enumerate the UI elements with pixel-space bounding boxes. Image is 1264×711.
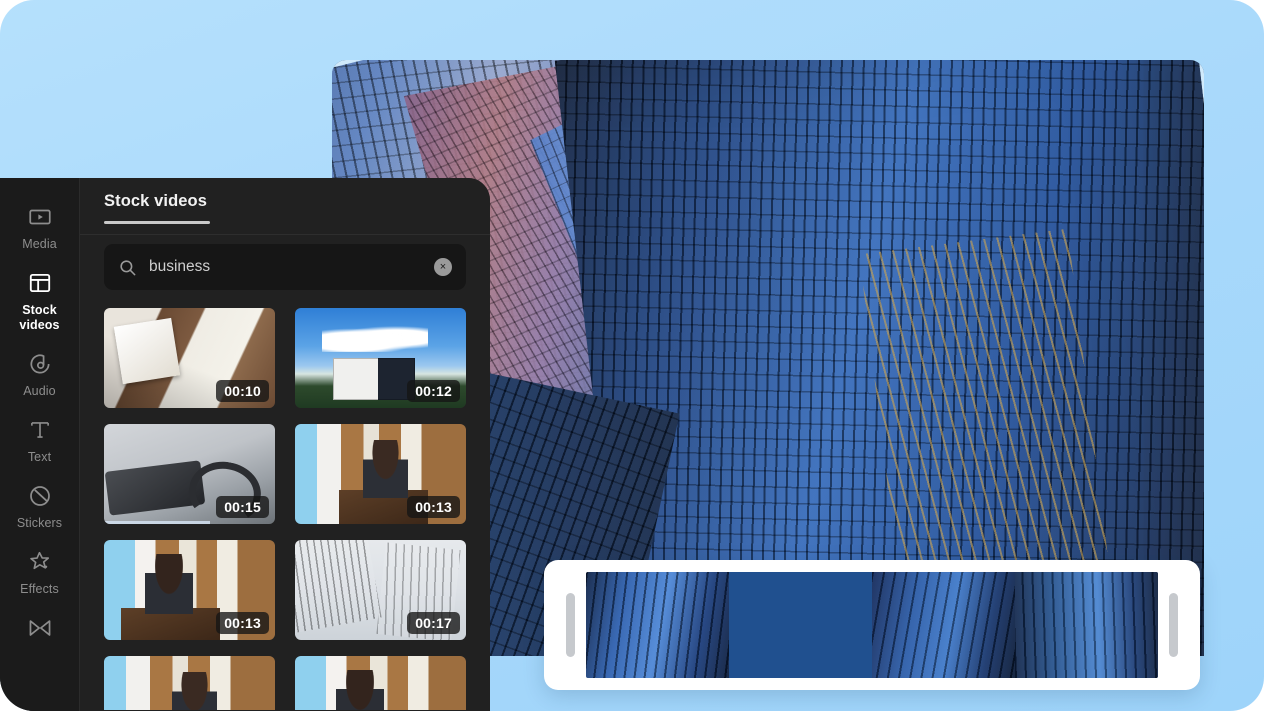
stock-results-grid: 00:10 00:12 00:15 00:13 00:13 00:17	[80, 290, 490, 710]
trim-handle-right[interactable]	[1169, 593, 1178, 657]
timeline-clip[interactable]	[544, 560, 1200, 690]
stock-video-thumbnail[interactable]: 00:10	[104, 308, 275, 408]
duration-badge: 00:17	[407, 612, 460, 634]
sidebar-item-label: Effects	[20, 582, 59, 596]
clear-search-button[interactable]: ×	[434, 258, 452, 276]
duration-badge: 00:10	[216, 380, 269, 402]
editor-panel: Media Stock videos Audio Text Stickers E…	[0, 178, 490, 711]
stock-video-thumbnail[interactable]: 00:15	[104, 424, 275, 524]
stock-video-thumbnail[interactable]: 00:17	[295, 540, 466, 640]
effects-sparkle-icon	[27, 549, 53, 575]
sidebar-item-audio[interactable]: Audio	[0, 341, 80, 405]
stock-video-thumbnail[interactable]: 00:13	[295, 424, 466, 524]
thumbnail-image	[295, 656, 466, 710]
sidebar-item-label: Audio	[23, 384, 56, 398]
sidebar-item-stickers[interactable]: Stickers	[0, 473, 80, 537]
timeline-frame	[586, 572, 729, 678]
stock-video-thumbnail[interactable]: 00:12	[295, 308, 466, 408]
duration-badge: 00:15	[216, 496, 269, 518]
stock-videos-content: Stock videos × 00:1000:1200:1500:1300:	[80, 178, 490, 711]
timeline-frame	[872, 572, 1015, 678]
sidebar-item-label: Media	[22, 237, 57, 251]
duration-badge: 00:12	[407, 380, 460, 402]
audio-note-icon	[27, 351, 53, 377]
sidebar-item-label: Stickers	[16, 516, 63, 530]
search-box[interactable]: ×	[104, 244, 466, 290]
search-icon	[118, 258, 137, 277]
page-title: Stock videos	[104, 192, 207, 210]
sidebar-item-label-2: videos	[19, 318, 60, 332]
stickers-icon	[27, 483, 53, 509]
trim-handle-left[interactable]	[566, 593, 575, 657]
search-input[interactable]	[149, 258, 422, 276]
timeline-frame	[729, 572, 872, 678]
stock-video-thumbnail[interactable]	[104, 656, 275, 710]
sidebar-item-label: Text	[27, 450, 52, 464]
sidebar-rail: Media Stock videos Audio Text Stickers E…	[0, 178, 80, 711]
timeline-frame	[1015, 572, 1158, 678]
duration-badge: 00:13	[407, 496, 460, 518]
transitions-bowtie-icon	[27, 615, 53, 641]
stock-videos-icon	[27, 270, 53, 296]
panel-header: Stock videos	[80, 178, 490, 224]
duration-badge: 00:13	[216, 612, 269, 634]
sidebar-item-stock-videos[interactable]: Stock videos	[0, 260, 80, 339]
sidebar-item-effects[interactable]: Effects	[0, 539, 80, 603]
stock-video-thumbnail[interactable]: 00:13	[104, 540, 275, 640]
media-icon	[27, 204, 53, 230]
sidebar-item-label: Stock	[22, 303, 57, 317]
clip-filmstrip[interactable]	[586, 572, 1158, 678]
thumbnail-image	[104, 656, 275, 710]
sidebar-item-media[interactable]: Media	[0, 194, 80, 258]
sidebar-item-transitions[interactable]	[0, 605, 80, 654]
playback-progress-bar	[104, 521, 211, 524]
app-canvas: Media Stock videos Audio Text Stickers E…	[0, 0, 1264, 711]
text-t-icon	[27, 417, 53, 443]
sidebar-item-text[interactable]: Text	[0, 407, 80, 471]
stock-video-thumbnail[interactable]	[295, 656, 466, 710]
header-divider	[80, 234, 490, 235]
